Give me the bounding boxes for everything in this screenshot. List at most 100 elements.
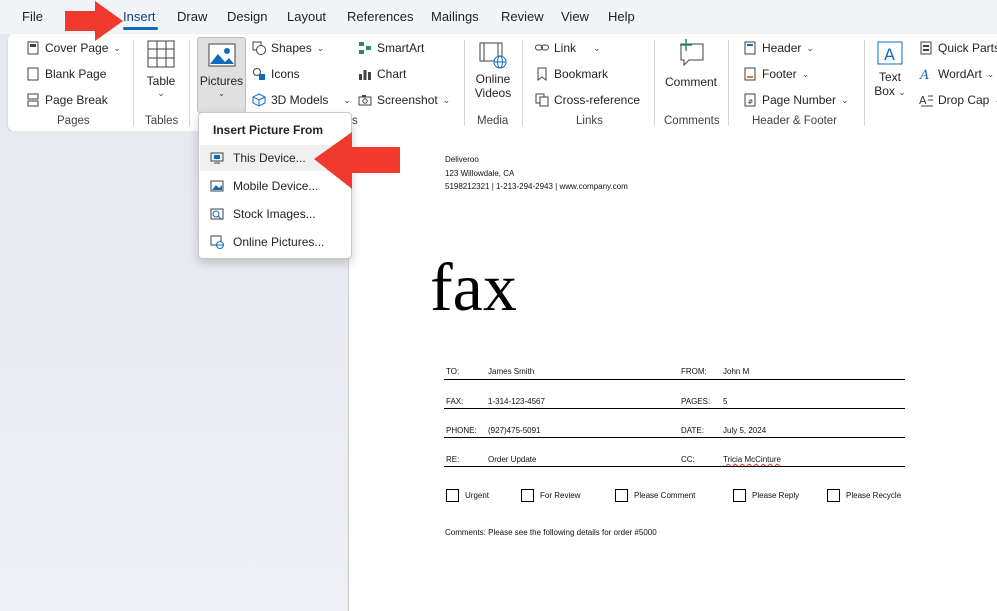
menu-item-label: Mobile Device...	[233, 179, 319, 193]
company-name: Deliveroo	[445, 155, 479, 164]
blank-page-button[interactable]: Blank Page	[26, 67, 106, 81]
tab-design[interactable]: Design	[227, 9, 267, 24]
bookmark-button[interactable]: Bookmark	[535, 67, 608, 81]
page-break-label: Page Break	[45, 93, 108, 107]
page-number-label: Page Number	[762, 93, 837, 107]
group-label-pages: Pages	[57, 115, 90, 127]
blank-page-label: Blank Page	[45, 67, 107, 81]
footer-icon	[743, 67, 757, 81]
checkbox-please-reply[interactable]	[733, 489, 746, 502]
field-label-pages: PAGES:	[681, 397, 711, 406]
cover-page-button[interactable]: Cover Page ⌄	[26, 41, 121, 55]
chevron-down-icon: ⌄	[343, 94, 351, 105]
ribbon-divider	[133, 40, 134, 126]
field-label-fax: FAX:	[446, 397, 464, 406]
cross-reference-button[interactable]: Cross-reference	[535, 93, 640, 107]
group-label-media: Media	[477, 115, 509, 127]
chart-button[interactable]: Chart	[358, 67, 406, 81]
field-label-re: RE:	[446, 455, 460, 464]
mobile-device-icon	[210, 179, 224, 193]
ribbon-divider	[654, 40, 655, 126]
group-label-comments: Comments	[664, 115, 720, 127]
text-box-label-2: Box ⌄	[874, 84, 906, 98]
tab-layout[interactable]: Layout	[287, 9, 326, 24]
tab-review[interactable]: Review	[501, 9, 544, 24]
link-button[interactable]: Link ⌄	[535, 41, 601, 55]
pictures-button[interactable]: Pictures ⌄	[197, 37, 246, 113]
tab-insert[interactable]: Insert	[123, 9, 156, 24]
svg-text:#: #	[748, 98, 754, 106]
wordart-label: WordArt	[938, 67, 982, 81]
comment-button[interactable]: Comment	[662, 38, 720, 89]
chevron-down-icon: ⌄	[841, 94, 849, 105]
checkbox-for-review[interactable]	[521, 489, 534, 502]
menu-item-stock-images[interactable]: Stock Images...	[200, 201, 350, 227]
page-number-button[interactable]: # Page Number ⌄	[743, 93, 849, 107]
tab-mailings[interactable]: Mailings	[431, 9, 479, 24]
online-pictures-icon	[210, 235, 224, 249]
dropdown-header: Insert Picture From	[213, 123, 324, 137]
quick-parts-button[interactable]: Quick Parts	[919, 41, 997, 55]
checkbox-label-urgent: Urgent	[465, 491, 490, 500]
screenshot-button[interactable]: Screenshot ⌄	[358, 93, 450, 107]
tab-draw[interactable]: Draw	[177, 9, 207, 24]
cross-reference-label: Cross-reference	[554, 93, 641, 107]
bookmark-label: Bookmark	[554, 67, 609, 81]
3d-models-button[interactable]: 3D Models ⌄	[252, 93, 351, 107]
menu-item-label: Online Pictures...	[233, 235, 325, 249]
comment-icon	[676, 38, 706, 68]
checkbox-label-please-recycle: Please Recycle	[846, 491, 902, 500]
checkbox-please-comment[interactable]	[615, 489, 628, 502]
online-videos-button[interactable]: Online Videos	[472, 40, 514, 100]
stock-images-icon	[210, 207, 224, 221]
page-break-icon	[26, 93, 40, 107]
smartart-button[interactable]: SmartArt	[358, 41, 424, 55]
comments-line: Comments: Please see the following detai…	[445, 528, 657, 537]
table-label: Table	[146, 74, 176, 88]
page-break-button[interactable]: Page Break	[26, 93, 108, 107]
field-value-re: Order Update	[488, 455, 537, 464]
field-value-to: James Smith	[488, 367, 535, 376]
shapes-button[interactable]: Shapes ⌄	[252, 41, 324, 55]
field-label-date: DATE:	[681, 426, 704, 435]
menu-tab-bar: File Insert Draw Design Layout Reference…	[0, 0, 997, 34]
chevron-down-icon: ⌄	[113, 42, 121, 53]
company-contact: 5198212321 | 1-213-294-2943 | www.compan…	[445, 182, 628, 191]
online-video-icon	[478, 40, 508, 70]
footer-label: Footer	[762, 67, 797, 81]
header-button[interactable]: Header ⌄	[743, 41, 814, 55]
icons-label: Icons	[271, 67, 300, 81]
comment-label: Comment	[664, 75, 717, 89]
tab-help[interactable]: Help	[608, 9, 635, 24]
fax-title: fax	[430, 249, 517, 325]
checkbox-urgent[interactable]	[446, 489, 459, 502]
smartart-icon	[358, 41, 372, 55]
ribbon-divider	[189, 40, 190, 126]
field-rule	[444, 466, 905, 467]
field-rule	[444, 408, 905, 409]
field-value-date: July 5, 2024	[723, 426, 767, 435]
field-label-from: FROM:	[681, 367, 707, 376]
wordart-icon: A	[919, 67, 933, 81]
table-button[interactable]: Table ⌄	[144, 40, 178, 99]
tab-view[interactable]: View	[561, 9, 589, 24]
chevron-down-icon: ⌄	[986, 68, 995, 79]
field-label-to: TO:	[446, 367, 460, 376]
chart-icon	[358, 67, 372, 81]
group-label-illustrations: s	[352, 115, 358, 127]
field-rule	[444, 379, 905, 380]
tab-file[interactable]: File	[22, 9, 43, 24]
field-value-phone: (927)475-5091	[488, 426, 541, 435]
tab-references[interactable]: References	[347, 9, 413, 24]
drop-cap-button[interactable]: A Drop Cap⌄	[919, 93, 997, 107]
icons-button[interactable]: Icons	[252, 67, 300, 81]
link-label: Link	[554, 41, 577, 55]
checkbox-label-please-comment: Please Comment	[634, 491, 696, 500]
arrow-annotation-icon	[63, 0, 125, 42]
checkbox-please-recycle[interactable]	[827, 489, 840, 502]
menu-item-online-pictures[interactable]: Online Pictures...	[200, 229, 350, 255]
footer-button[interactable]: Footer ⌄	[743, 67, 809, 81]
wordart-button[interactable]: A WordArt ⌄	[919, 67, 994, 81]
text-box-button[interactable]: A Text Box ⌄	[872, 40, 908, 98]
svg-text:A: A	[884, 45, 895, 64]
